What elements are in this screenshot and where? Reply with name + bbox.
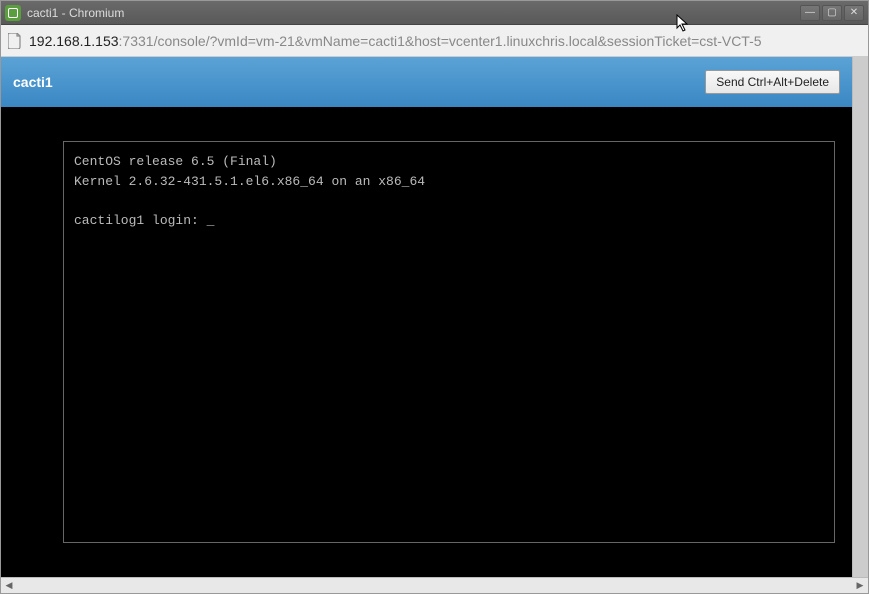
cursor-icon: _ — [207, 211, 215, 231]
app-icon — [5, 5, 21, 21]
titlebar[interactable]: cacti1 - Chromium — ▢ ✕ — [1, 1, 868, 25]
url-field[interactable]: 192.168.1.153:7331/console/?vmId=vm-21&v… — [29, 33, 862, 49]
vm-name-label: cacti1 — [13, 74, 53, 90]
address-bar[interactable]: 192.168.1.153:7331/console/?vmId=vm-21&v… — [1, 25, 868, 57]
horizontal-scrollbar[interactable]: ◀ ▶ — [1, 577, 868, 593]
terminal[interactable]: CentOS release 6.5 (Final) Kernel 2.6.32… — [63, 141, 835, 543]
login-prompt: cactilog1 login: — [74, 213, 207, 228]
send-ctrl-alt-delete-button[interactable]: Send Ctrl+Alt+Delete — [705, 70, 840, 94]
scroll-right-icon[interactable]: ▶ — [852, 579, 868, 593]
content: cacti1 Send Ctrl+Alt+Delete CentOS relea… — [1, 57, 852, 577]
console-area[interactable]: CentOS release 6.5 (Final) Kernel 2.6.32… — [1, 107, 852, 577]
browser-window: cacti1 - Chromium — ▢ ✕ 192.168.1.153:73… — [0, 0, 869, 594]
window-controls: — ▢ ✕ — [800, 5, 864, 21]
minimize-button[interactable]: — — [800, 5, 820, 21]
vertical-scrollbar[interactable] — [852, 57, 868, 577]
terminal-line-2: Kernel 2.6.32-431.5.1.el6.x86_64 on an x… — [74, 174, 425, 189]
window-title: cacti1 - Chromium — [27, 6, 800, 20]
content-wrap: cacti1 Send Ctrl+Alt+Delete CentOS relea… — [1, 57, 868, 577]
terminal-line-1: CentOS release 6.5 (Final) — [74, 154, 277, 169]
page-icon — [7, 33, 23, 49]
url-port: :7331 — [119, 33, 154, 49]
url-host: 192.168.1.153 — [29, 33, 119, 49]
scroll-left-icon[interactable]: ◀ — [1, 579, 17, 593]
vertical-scrollbar-thumb[interactable] — [853, 57, 868, 577]
maximize-button[interactable]: ▢ — [822, 5, 842, 21]
console-header: cacti1 Send Ctrl+Alt+Delete — [1, 57, 852, 107]
close-button[interactable]: ✕ — [844, 5, 864, 21]
url-path: /console/?vmId=vm-21&vmName=cacti1&host=… — [154, 33, 762, 49]
